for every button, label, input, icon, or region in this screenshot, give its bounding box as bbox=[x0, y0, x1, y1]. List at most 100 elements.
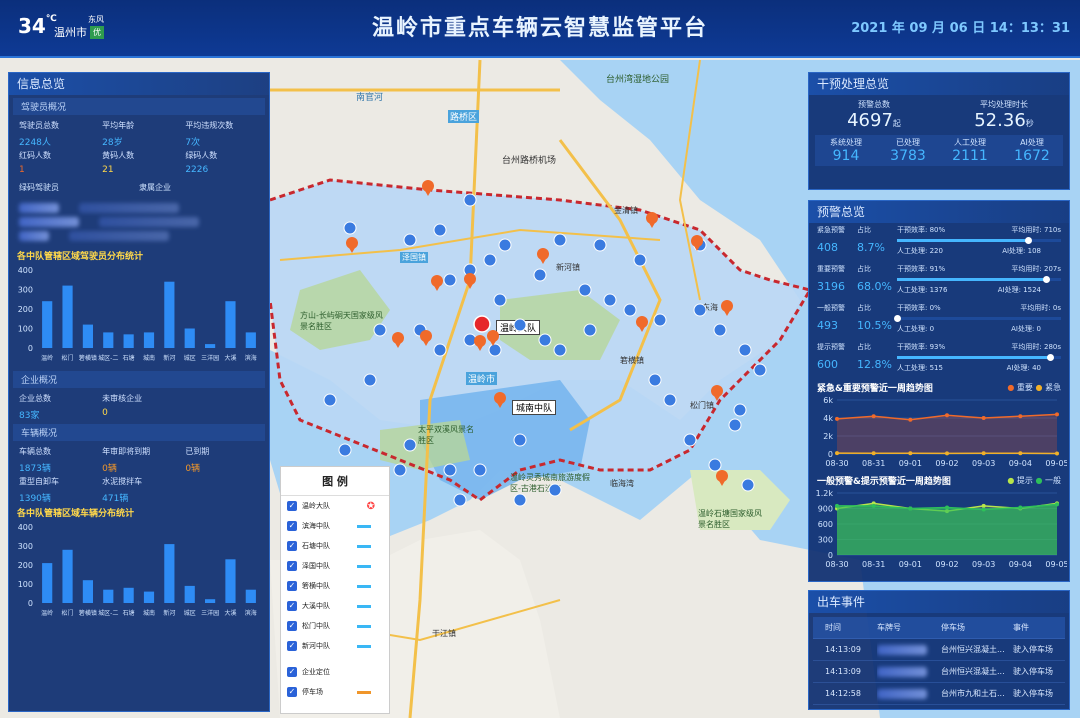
company-icon bbox=[473, 463, 487, 477]
bar bbox=[245, 332, 256, 348]
warn-count: 408 bbox=[817, 241, 838, 254]
checkbox[interactable]: ✓ bbox=[287, 601, 297, 611]
bar bbox=[245, 589, 256, 603]
x-tick: 08-30 bbox=[825, 560, 848, 569]
legend-company[interactable]: ✓ 企业定位 bbox=[281, 662, 389, 682]
stat-cell: 红码人数 1 bbox=[13, 148, 96, 178]
checkbox[interactable]: ✓ bbox=[287, 521, 297, 531]
rate-bar bbox=[897, 354, 1061, 361]
warn-manual: 人工处理: 220 bbox=[897, 247, 943, 255]
plate-blurred bbox=[877, 683, 941, 704]
company-icon bbox=[513, 433, 527, 447]
y-tick: 300 bbox=[818, 536, 833, 545]
y-tick: 0 bbox=[28, 344, 33, 353]
checkbox[interactable]: ✓ bbox=[287, 687, 297, 697]
checkbox[interactable]: ✓ bbox=[287, 541, 297, 551]
green-col: 绿码驾驶员 bbox=[19, 183, 59, 192]
checkbox[interactable]: ✓ bbox=[287, 561, 297, 571]
checkbox[interactable]: ✓ bbox=[287, 621, 297, 631]
company-icon bbox=[693, 303, 707, 317]
company-icon bbox=[623, 303, 637, 317]
legend-parking[interactable]: ✓ 停车场 bbox=[281, 682, 389, 702]
stat-cell: 重型自卸车 1390辆 bbox=[13, 474, 96, 504]
parking-marker bbox=[474, 335, 486, 351]
company-marker bbox=[498, 238, 512, 252]
legend-item[interactable]: ✓ 箬横中队 bbox=[281, 576, 389, 596]
legend-item[interactable]: ✓ 温岭大队 ✪ bbox=[281, 496, 389, 516]
company-marker bbox=[338, 443, 352, 457]
x-tick: 09-03 bbox=[972, 459, 995, 468]
legend-item[interactable]: ✓ 大溪中队 bbox=[281, 596, 389, 616]
legend-items: ✓ 温岭大队 ✪ ✓ 滨海中队 ✓ 石塘中队 ✓ 泽国中队 ✓ 箬横中队 ✓ 大溪中队 ✓ 松门中队 ✓ 新河中… bbox=[281, 496, 389, 656]
bar bbox=[143, 332, 155, 348]
event-parking: 台州恒兴混凝土... bbox=[941, 645, 1005, 654]
driver-list-header: 绿码驾驶员 隶属企业 bbox=[9, 178, 269, 197]
series-point bbox=[1018, 451, 1023, 456]
bar bbox=[62, 549, 73, 603]
series-area bbox=[837, 414, 1057, 454]
x-tick: 08-31 bbox=[862, 459, 885, 468]
warn-pct: 8.7% bbox=[857, 241, 885, 254]
company-icon bbox=[363, 373, 377, 387]
checkbox[interactable]: ✓ bbox=[287, 667, 297, 677]
rate-bar bbox=[894, 315, 1061, 322]
warn-count: 600 bbox=[817, 358, 838, 371]
company-icon bbox=[443, 273, 457, 287]
parking-pin bbox=[394, 341, 402, 348]
datetime: 2021 年 09 月 06 日 14：13：31 bbox=[851, 21, 1070, 36]
y-tick: 1.2k bbox=[816, 489, 834, 498]
legend-label: 石塘中队 bbox=[302, 542, 330, 550]
stat-label: 企业总数 bbox=[19, 394, 51, 403]
warn-pct: 10.5% bbox=[857, 319, 892, 332]
warn-panel: 预警总览 紧急预警 408 占比 8.7% 干预效率: 80% 平均用时: 710s 人工处… bbox=[808, 200, 1070, 582]
company-icon bbox=[443, 463, 457, 477]
stat-value: 28岁 bbox=[102, 138, 123, 148]
warn-name: 重要预警 bbox=[817, 265, 845, 273]
legend-item[interactable]: ✓ 泽国中队 bbox=[281, 556, 389, 576]
x-tick: 08-31 bbox=[862, 560, 885, 569]
company-marker bbox=[513, 493, 527, 507]
x-tick: 09-01 bbox=[899, 560, 922, 569]
bar bbox=[184, 585, 195, 603]
company-marker bbox=[708, 458, 722, 472]
series-point bbox=[1055, 412, 1059, 417]
pct-label: 占比 bbox=[857, 304, 871, 312]
legend-item[interactable]: ✓ 滨海中队 bbox=[281, 516, 389, 536]
checkbox[interactable]: ✓ bbox=[287, 581, 297, 591]
warn-title: 预警总览 bbox=[809, 201, 1069, 223]
checkbox[interactable]: ✓ bbox=[287, 501, 297, 511]
x-tick: 松门 bbox=[62, 354, 74, 362]
event-row[interactable]: 14:13:09 台州恒兴混凝土... 驶入停车场 bbox=[813, 639, 1065, 661]
event-row[interactable]: 14:12:58 台州市九和土石... 驶入停车场 bbox=[813, 683, 1065, 705]
parking-marker bbox=[721, 300, 733, 316]
checkbox[interactable]: ✓ bbox=[287, 641, 297, 651]
pct-label: 占比 bbox=[857, 265, 871, 273]
warn-count: 493 bbox=[817, 319, 838, 332]
company-icon bbox=[713, 323, 727, 337]
warn-ai: AI处理: 1524 bbox=[997, 286, 1041, 294]
bar bbox=[164, 544, 175, 603]
parking-pin bbox=[348, 246, 356, 253]
company-marker bbox=[493, 293, 507, 307]
company-icon bbox=[403, 233, 417, 247]
driver-subtitle: 驾驶员概况 bbox=[13, 98, 265, 115]
y-tick: 400 bbox=[18, 523, 33, 532]
stat-value: 0 bbox=[102, 408, 108, 418]
stat-label: 平均违规次数 bbox=[185, 121, 234, 130]
company-icon bbox=[373, 323, 387, 337]
company-icon bbox=[683, 433, 697, 447]
legend-item[interactable]: ✓ 松门中队 bbox=[281, 616, 389, 636]
warn-time: 平均用时: 710s bbox=[1011, 226, 1061, 234]
event-row[interactable]: 14:13:09 台州恒兴混凝土... 驶入停车场 bbox=[813, 661, 1065, 683]
legend-item[interactable]: ✓ 新河中队 bbox=[281, 636, 389, 656]
parking-pin bbox=[496, 401, 504, 408]
warn-row: 重要预警 3196 占比 68.0% 干预效率: 91% 平均用时: 207s 人工处理: … bbox=[809, 262, 1069, 301]
legend-item[interactable]: ✓ 石塘中队 bbox=[281, 536, 389, 556]
rate-bar bbox=[897, 237, 1061, 244]
events-panel: 出车事件 时间 车牌号 停车场 事件 14:13:09 台州恒兴混凝土... 驶入停… bbox=[808, 590, 1070, 710]
header-bar: 34℃ 温州市 东风 优 温岭市重点车辆云智慧监管平台 2021 年 09 月 … bbox=[0, 0, 1080, 58]
company-marker bbox=[733, 403, 747, 417]
company-icon bbox=[708, 458, 722, 472]
y-tick: 6k bbox=[823, 396, 833, 405]
x-tick: 大溪 bbox=[224, 354, 236, 362]
